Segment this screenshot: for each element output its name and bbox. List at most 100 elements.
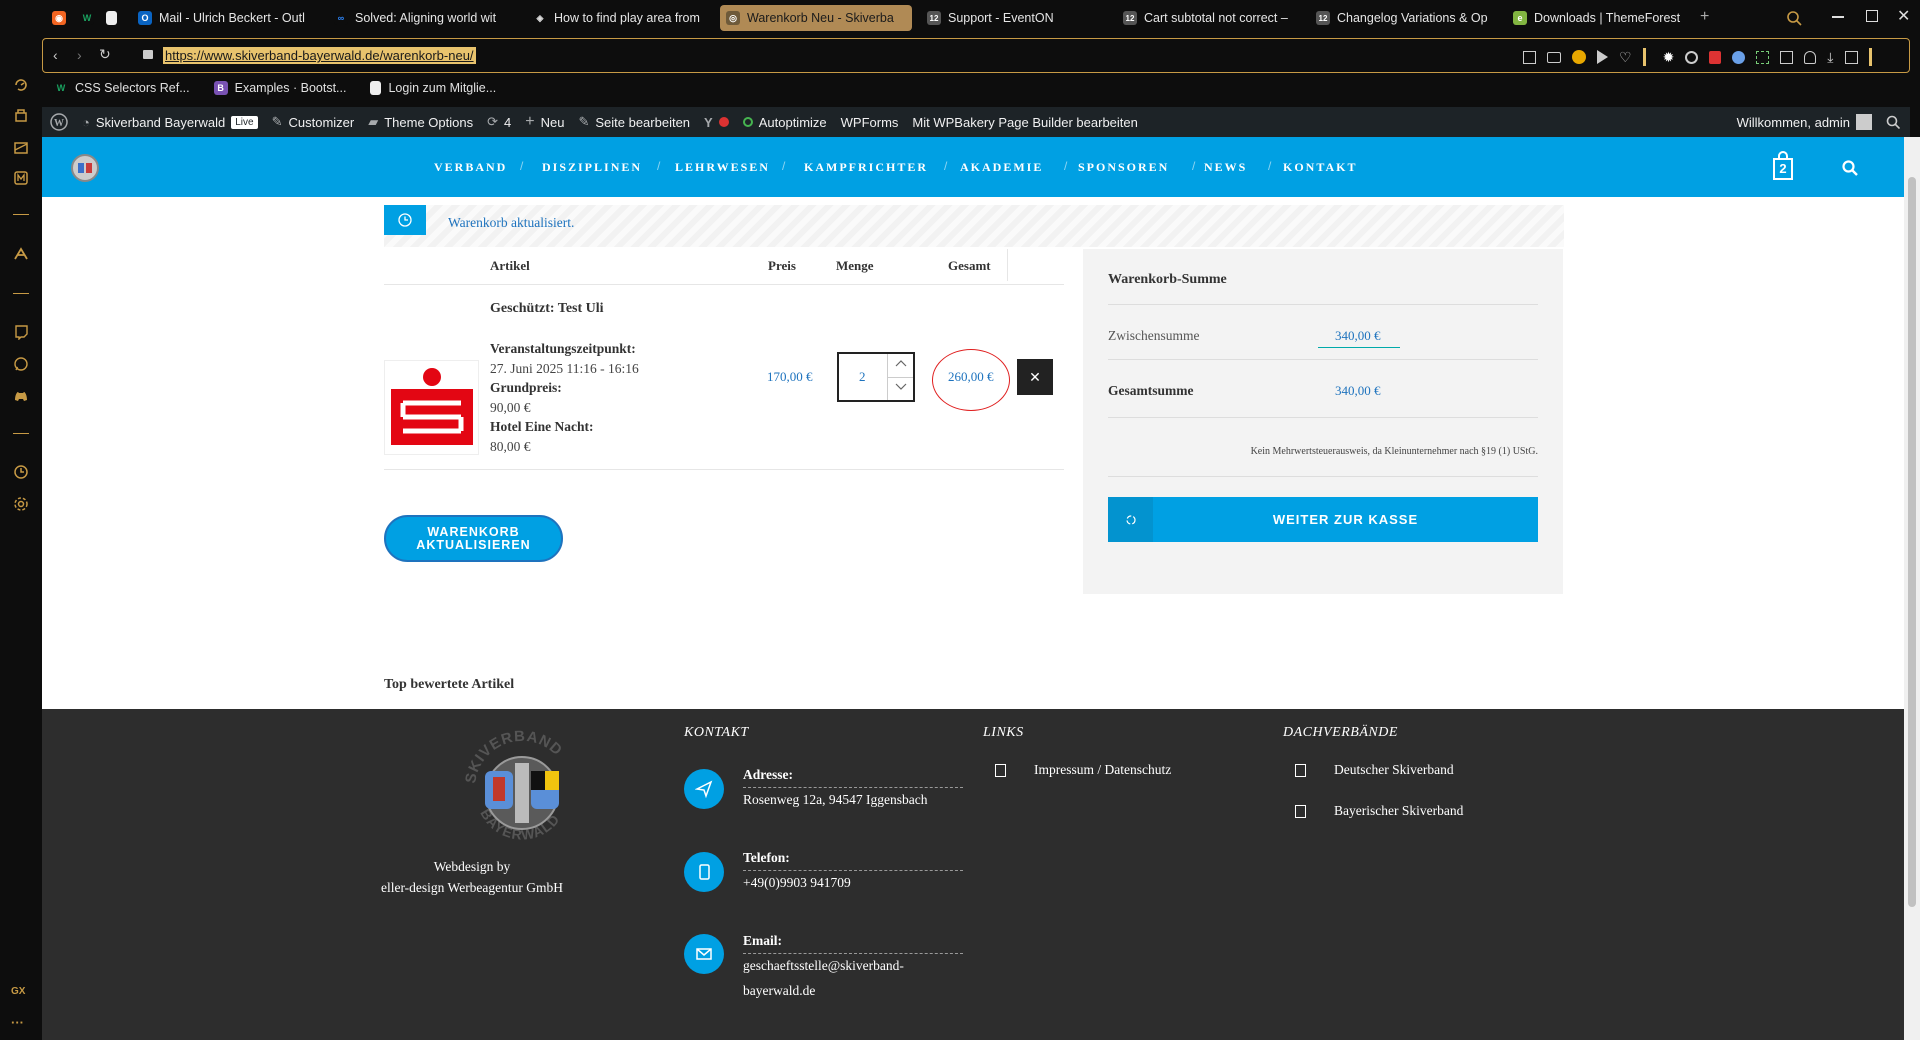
back-icon[interactable]: ‹: [53, 47, 58, 63]
adblock-shield-icon[interactable]: [1572, 50, 1586, 64]
nav-kampfrichter[interactable]: KAMPFRICHTER: [804, 160, 928, 175]
forward-icon[interactable]: ›: [77, 47, 82, 63]
sidebar-more-icon[interactable]: ···: [11, 1015, 24, 1030]
url-text[interactable]: https://www.skiverband-bayerwald.de/ware…: [163, 47, 476, 64]
wp-new[interactable]: + Neu: [525, 113, 564, 131]
footer-logo[interactable]: SKIVERBAND BAYERWALD: [457, 723, 587, 853]
envato-icon: e: [1513, 11, 1527, 25]
nav-akademie[interactable]: AKADEMIE: [960, 160, 1043, 175]
extension-pdf-icon[interactable]: [1709, 50, 1722, 64]
wp-search-icon[interactable]: [1886, 115, 1900, 129]
site-logo[interactable]: [70, 153, 100, 183]
gx-control-icon[interactable]: [11, 105, 31, 125]
wp-autoptimize[interactable]: Autoptimize: [742, 115, 827, 130]
close-window-icon[interactable]: ✕: [1897, 6, 1910, 26]
minimize-icon[interactable]: [1832, 16, 1844, 18]
tab-warenkorb[interactable]: ◎ Warenkorb Neu - Skiverba: [720, 5, 912, 31]
discord-icon[interactable]: [11, 386, 31, 406]
tab-mail[interactable]: O Mail - Ulrich Beckert - Outl: [132, 5, 312, 31]
extension-gear-icon[interactable]: ✹: [1663, 49, 1675, 66]
tab-search-icon[interactable]: [1786, 10, 1802, 26]
extension-target-icon[interactable]: [1685, 50, 1699, 64]
tab-pinned-1[interactable]: ◉: [46, 5, 68, 31]
phone-value[interactable]: +49(0)9903 941709: [743, 875, 851, 891]
nav-kontakt[interactable]: KONTAKT: [1283, 160, 1357, 175]
document-link-icon: [1295, 764, 1306, 777]
sidebar-gx-label[interactable]: GX: [11, 986, 25, 997]
aria-icon[interactable]: [11, 244, 31, 264]
checkout-button[interactable]: WEITER ZUR KASSE: [1108, 497, 1538, 542]
history-clock-icon[interactable]: [11, 462, 31, 482]
nav-disziplinen[interactable]: DISZIPLINEN: [542, 160, 642, 175]
nav-separator: /: [782, 159, 786, 173]
wp-account[interactable]: Willkommen, admin: [1737, 114, 1872, 130]
tab-cart-subtotal[interactable]: 12 Cart subtotal not correct –: [1117, 5, 1297, 31]
bookmark-bootstrap[interactable]: B Examples · Bootst...: [213, 81, 346, 95]
tab-pinned-3[interactable]: [100, 5, 122, 31]
wp-edit-page[interactable]: ✎ Seite bearbeiten: [578, 114, 690, 130]
footer-credit-2[interactable]: eller-design Werbeagentur GmbH: [362, 880, 582, 896]
heart-icon[interactable]: ♡: [1619, 49, 1632, 66]
share-icon[interactable]: [1523, 50, 1536, 64]
tab-themeforest[interactable]: e Downloads | ThemeForest: [1507, 5, 1697, 31]
download-icon[interactable]: ⤓: [1827, 49, 1833, 66]
history-speed-icon[interactable]: [11, 75, 31, 95]
camera-icon[interactable]: [1547, 51, 1561, 63]
messenger-m-icon[interactable]: [11, 168, 31, 188]
product-thumbnail[interactable]: [384, 360, 479, 455]
whatsapp-icon[interactable]: [11, 354, 31, 374]
quantity-value[interactable]: 2: [859, 369, 866, 385]
tab-pinned-2[interactable]: W: [74, 5, 96, 31]
bookmark-css-selectors[interactable]: W CSS Selectors Ref...: [54, 81, 190, 95]
twitch-icon[interactable]: [11, 322, 31, 342]
wp-theme-options[interactable]: ▰ Theme Options: [368, 114, 473, 130]
email-value-1[interactable]: geschaeftsstelle@skiverband-: [743, 958, 904, 974]
tab-label: Solved: Aligning world wit: [355, 11, 497, 25]
chevron-down-icon[interactable]: [895, 382, 907, 392]
phone-label: Telefon:: [743, 850, 790, 865]
gx-corner-icon[interactable]: [11, 138, 31, 158]
tab-eventon[interactable]: 12 Support - EventON: [921, 5, 1101, 31]
nav-verband[interactable]: VERBAND: [434, 160, 507, 175]
header-search-icon[interactable]: [1842, 160, 1858, 176]
wp-wpbakery[interactable]: Mit WPBakery Page Builder bearbeiten: [912, 115, 1137, 130]
product-title[interactable]: Geschützt: Test Uli: [490, 301, 604, 317]
send-icon[interactable]: [1597, 50, 1608, 64]
extension-globe-icon[interactable]: [1732, 50, 1746, 64]
link-impressum[interactable]: Impressum / Datenschutz: [1034, 762, 1171, 778]
wp-wpforms[interactable]: WPForms: [841, 115, 899, 130]
new-tab-plus-icon[interactable]: +: [1700, 8, 1709, 26]
tab-meta[interactable]: ∞ Solved: Aligning world wit: [328, 5, 512, 31]
bookmark-login[interactable]: Login zum Mitglie...: [370, 81, 496, 95]
wp-logo-icon[interactable]: W: [50, 113, 68, 131]
document-icon: [370, 81, 382, 95]
email-value-2[interactable]: bayerwald.de: [743, 983, 815, 999]
nav-lehrwesen[interactable]: LEHRWESEN: [675, 160, 770, 175]
chevron-up-icon[interactable]: [895, 358, 907, 368]
quantity-stepper[interactable]: 2: [837, 352, 915, 402]
maximize-icon[interactable]: [1866, 10, 1878, 22]
update-cart-button[interactable]: WARENKORB AKTUALISIEREN: [384, 515, 563, 562]
nav-news[interactable]: NEWS: [1204, 160, 1247, 175]
reload-icon[interactable]: ↻: [99, 46, 111, 63]
extension-user-icon[interactable]: [1804, 50, 1817, 64]
scrollbar-thumb[interactable]: [1908, 177, 1916, 907]
page-scrollbar[interactable]: [1904, 137, 1920, 1040]
wp-yoast[interactable]: Y: [704, 115, 729, 130]
settings-gear-icon[interactable]: [11, 494, 31, 514]
wp-site-name[interactable]: ◔ Skiverband Bayerwald Live: [82, 115, 258, 130]
wp-updates[interactable]: ⟳ 4: [487, 114, 511, 130]
extensions-puzzle-icon[interactable]: [1844, 50, 1858, 64]
lock-icon[interactable]: [143, 50, 153, 59]
remove-item-button[interactable]: ✕: [1017, 359, 1053, 395]
nav-sponsoren[interactable]: SPONSOREN: [1078, 160, 1169, 175]
cart-updated-notice: Warenkorb aktualisiert.: [384, 205, 1564, 247]
link-dsv[interactable]: Deutscher Skiverband: [1334, 762, 1454, 778]
wp-customizer[interactable]: ✎ Customizer: [272, 114, 355, 130]
tab-changelog[interactable]: 12 Changelog Variations & Op: [1310, 5, 1496, 31]
extension-selector-icon[interactable]: [1780, 50, 1794, 64]
link-bsv[interactable]: Bayerischer Skiverband: [1334, 803, 1463, 819]
tab-unity[interactable]: ◈ How to find play area from: [527, 5, 711, 31]
extension-screenshot-icon[interactable]: [1756, 50, 1770, 64]
cart-bag-icon[interactable]: 2: [1770, 151, 1796, 181]
